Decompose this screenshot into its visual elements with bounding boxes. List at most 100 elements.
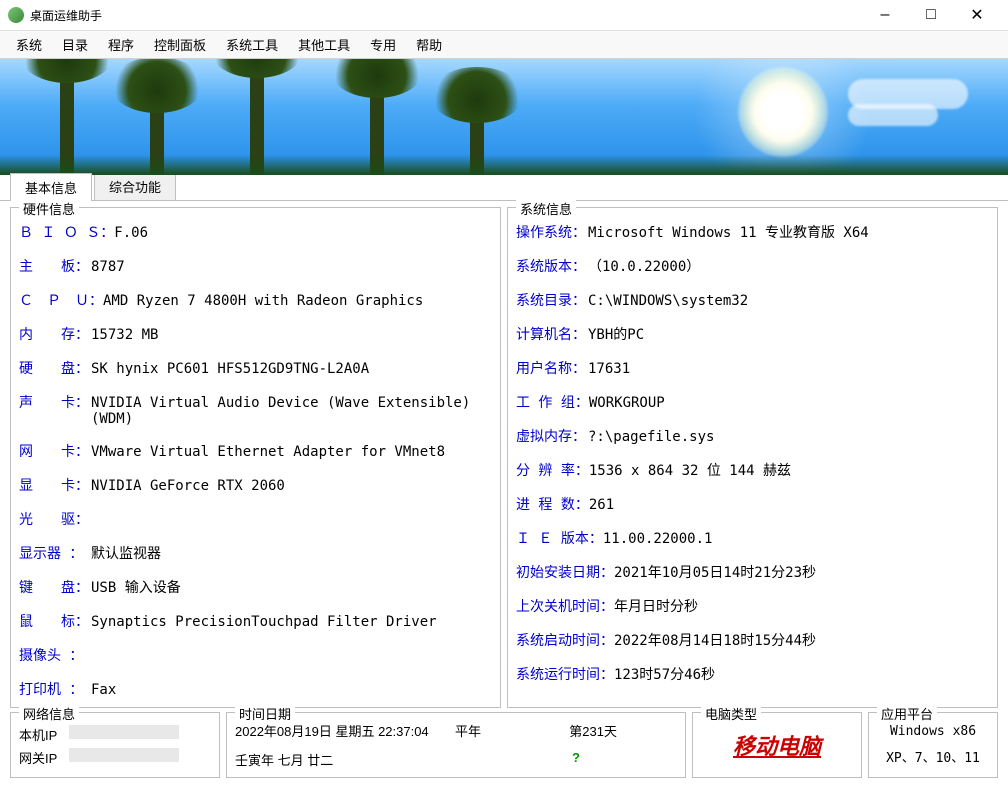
computer-type-panel: 电脑类型 移动电脑 — [692, 712, 862, 778]
info-label: 主 板： — [19, 256, 91, 276]
info-label: 系统目录： — [516, 290, 588, 310]
menu-6[interactable]: 专用 — [362, 31, 404, 58]
platform-line2: XP、7、10、11 — [886, 747, 980, 766]
datetime-date: 2022年08月19日 星期五 22:37:04 — [235, 721, 455, 740]
info-value: 1536 x 864 32 位 144 赫兹 — [589, 460, 791, 480]
info-row: 操作系统：Microsoft Windows 11 专业教育版 X64 — [516, 222, 989, 242]
info-value: 8787 — [91, 259, 125, 275]
platform-line1: Windows x86 — [890, 724, 976, 739]
network-panel: 网络信息 本机IP网关IP — [10, 712, 220, 778]
maximize-button[interactable]: □ — [908, 0, 954, 30]
menu-2[interactable]: 程序 — [100, 31, 142, 58]
info-label: 工 作 组： — [516, 392, 589, 412]
info-label: 用户名称： — [516, 358, 588, 378]
info-value: 年月日时分秒 — [614, 596, 698, 616]
info-value: Fax — [91, 682, 116, 698]
net-row: 网关IP — [19, 748, 211, 767]
info-value: （10.0.22000） — [588, 256, 700, 276]
info-label: 进 程 数： — [516, 494, 589, 514]
help-icon[interactable]: ? — [535, 750, 617, 769]
info-label: 上次关机时间： — [516, 596, 614, 616]
info-row: 打印机 ：Fax — [19, 679, 492, 699]
title-bar: 桌面运维助手 – □ ✕ — [0, 0, 1008, 31]
net-label: 网关IP — [19, 748, 69, 767]
datetime-lunar: 壬寅年 七月 廿二 — [235, 750, 455, 769]
hardware-panel: 硬件信息 Ｂ Ｉ Ｏ Ｓ：F.06主 板：8787Ｃ Ｐ Ｕ：AMD Ryzen… — [10, 207, 501, 708]
net-value-redacted — [69, 725, 179, 739]
info-label: 打印机 ： — [19, 679, 91, 699]
menu-7[interactable]: 帮助 — [408, 31, 450, 58]
info-value: 默认监视器 — [91, 543, 161, 563]
system-panel: 系统信息 操作系统：Microsoft Windows 11 专业教育版 X64… — [507, 207, 998, 708]
banner-image — [0, 59, 1008, 175]
info-row: 系统版本：（10.0.22000） — [516, 256, 989, 276]
platform-panel: 应用平台 Windows x86 XP、7、10、11 — [868, 712, 998, 778]
info-value: VMware Virtual Ethernet Adapter for VMne… — [91, 444, 445, 460]
info-value: 2021年10月05日14时21分23秒 — [614, 562, 816, 582]
network-panel-title: 网络信息 — [19, 704, 79, 723]
info-label: 虚拟内存： — [516, 426, 588, 446]
info-row: 系统目录：C:\WINDOWS\system32 — [516, 290, 989, 310]
info-row: 虚拟内存：?:\pagefile.sys — [516, 426, 989, 446]
info-row: 分 辨 率：1536 x 864 32 位 144 赫兹 — [516, 460, 989, 480]
info-row: 上次关机时间：年月日时分秒 — [516, 596, 989, 616]
info-value: 15732 MB — [91, 327, 158, 343]
info-row: Ｉ Ｅ 版本：11.00.22000.1 — [516, 528, 989, 548]
info-label: 系统版本： — [516, 256, 588, 276]
info-label: 声 卡： — [19, 392, 91, 412]
info-row: 工 作 组：WORKGROUP — [516, 392, 989, 412]
info-row: 鼠 标：Synaptics PrecisionTouchpad Filter D… — [19, 611, 492, 631]
tab-1[interactable]: 综合功能 — [94, 172, 176, 200]
computer-type-value: 移动电脑 — [733, 729, 821, 761]
window-title: 桌面运维助手 — [30, 7, 862, 24]
computer-type-title: 电脑类型 — [701, 704, 761, 723]
menu-3[interactable]: 控制面板 — [146, 31, 214, 58]
info-row: 硬 盘：SK hynix PC601 HFS512GD9TNG-L2A0A — [19, 358, 492, 378]
info-label: 操作系统： — [516, 222, 588, 242]
tab-0[interactable]: 基本信息 — [10, 173, 92, 201]
info-row: 声 卡：NVIDIA Virtual Audio Device (Wave Ex… — [19, 392, 492, 427]
menu-5[interactable]: 其他工具 — [290, 31, 358, 58]
menu-bar: 系统目录程序控制面板系统工具其他工具专用帮助 — [0, 31, 1008, 59]
net-label: 本机IP — [19, 725, 69, 744]
info-row: 显 卡：NVIDIA GeForce RTX 2060 — [19, 475, 492, 495]
info-label: 显 卡： — [19, 475, 91, 495]
info-label: 显示器 ： — [19, 543, 91, 563]
info-label: 初始安装日期： — [516, 562, 614, 582]
system-panel-title: 系统信息 — [516, 199, 576, 218]
menu-4[interactable]: 系统工具 — [218, 31, 286, 58]
info-value: YBH的PC — [588, 324, 644, 344]
info-label: 内 存： — [19, 324, 91, 344]
close-button[interactable]: ✕ — [954, 0, 1000, 30]
info-label: 摄像头 ： — [19, 645, 91, 665]
info-value: 261 — [589, 497, 614, 513]
info-row: 光 驱： — [19, 509, 492, 529]
menu-1[interactable]: 目录 — [54, 31, 96, 58]
info-row: 摄像头 ： — [19, 645, 492, 665]
info-label: 光 驱： — [19, 509, 91, 529]
datetime-panel-title: 时间日期 — [235, 704, 295, 723]
info-label: 键 盘： — [19, 577, 91, 597]
info-row: 初始安装日期：2021年10月05日14时21分23秒 — [516, 562, 989, 582]
info-label: 鼠 标： — [19, 611, 91, 631]
datetime-panel: 时间日期 2022年08月19日 星期五 22:37:04 平年 第231天 壬… — [226, 712, 686, 778]
info-row: 系统运行时间：123时57分46秒 — [516, 664, 989, 684]
info-label: Ｃ Ｐ Ｕ： — [19, 290, 103, 310]
info-value: 2022年08月14日18时15分44秒 — [614, 630, 816, 650]
datetime-era: 平年 — [455, 721, 535, 740]
hardware-panel-title: 硬件信息 — [19, 199, 79, 218]
net-row: 本机IP — [19, 725, 211, 744]
info-row: 用户名称：17631 — [516, 358, 989, 378]
info-value: USB 输入设备 — [91, 577, 181, 597]
menu-0[interactable]: 系统 — [8, 31, 50, 58]
info-row: 主 板：8787 — [19, 256, 492, 276]
info-label: 网 卡： — [19, 441, 91, 461]
app-icon — [8, 7, 24, 23]
info-value: SK hynix PC601 HFS512GD9TNG-L2A0A — [91, 361, 369, 377]
info-row: 键 盘：USB 输入设备 — [19, 577, 492, 597]
info-value: NVIDIA Virtual Audio Device (Wave Extens… — [91, 395, 492, 427]
minimize-button[interactable]: – — [862, 0, 908, 30]
info-value: WORKGROUP — [589, 395, 665, 411]
info-row: 内 存：15732 MB — [19, 324, 492, 344]
info-row: Ｂ Ｉ Ｏ Ｓ：F.06 — [19, 222, 492, 242]
